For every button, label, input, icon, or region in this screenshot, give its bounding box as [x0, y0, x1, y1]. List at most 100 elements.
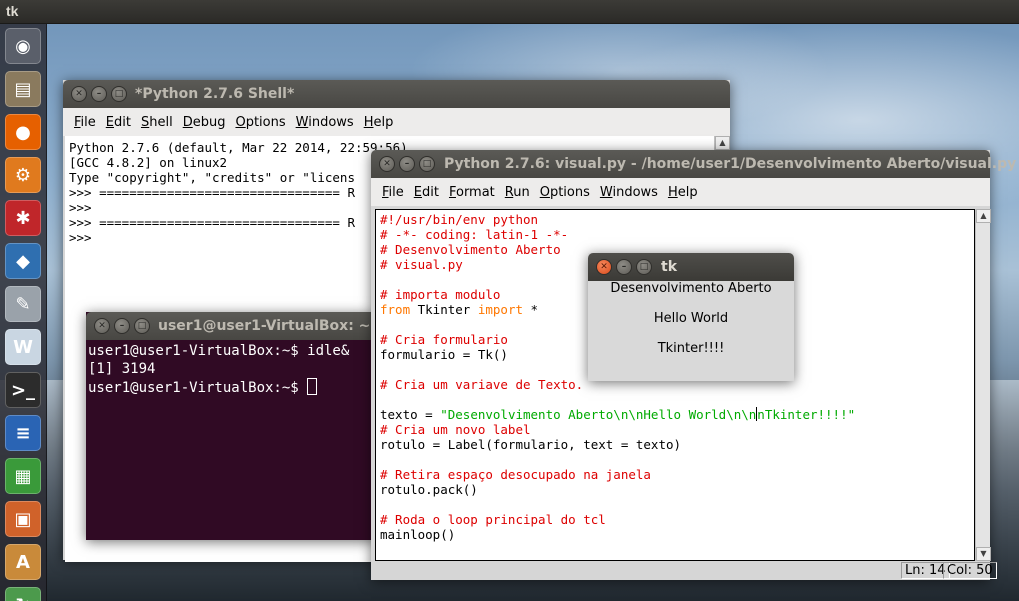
close-icon[interactable]: ✕ — [94, 318, 110, 334]
editor-window-title: Python 2.7.6: visual.py - /home/user1/De… — [444, 156, 1017, 172]
editor-menu-format[interactable]: Format — [449, 185, 495, 200]
code-token: rotulo.pack() — [380, 482, 478, 497]
updater-icon[interactable]: ↻ — [5, 587, 41, 601]
shell-menu-options[interactable]: Options — [235, 115, 285, 130]
tk-label-line — [588, 326, 794, 341]
shell-menu-debug[interactable]: Debug — [183, 115, 226, 130]
minimize-icon[interactable]: – — [91, 86, 107, 102]
tk-window: ✕ – □ tk Desenvolvimento Aberto Hello Wor… — [588, 253, 794, 381]
shell-menu-help[interactable]: Help — [364, 115, 394, 130]
tk-label-line: Desenvolvimento Aberto — [610, 281, 772, 296]
scroll-up-icon[interactable]: ▲ — [976, 209, 991, 223]
terminal-titlebar[interactable]: ✕ – □ user1@user1-VirtualBox: ~ — [86, 312, 376, 340]
code-line: #!/usr/bin/env python — [380, 212, 970, 227]
tk-label-line: Tkinter!!!! — [657, 341, 725, 356]
code-line: rotulo = Label(formulario, text = texto) — [380, 437, 970, 452]
code-token: texto = — [380, 407, 441, 422]
maximize-icon[interactable]: □ — [636, 259, 652, 275]
code-line: # Roda o loop principal do tcl — [380, 512, 970, 527]
code-token: # visual.py — [380, 257, 463, 272]
terminal-line: [1] 3194 — [88, 361, 156, 377]
code-token: # Retira espaço desocupado na janela — [380, 467, 651, 482]
writer-icon[interactable]: ≡ — [5, 415, 41, 451]
editor-menu-run[interactable]: Run — [505, 185, 530, 200]
code-line: rotulo.pack() — [380, 482, 970, 497]
editor-menu-options[interactable]: Options — [540, 185, 590, 200]
network-icon[interactable]: ✱ — [5, 200, 41, 236]
text-editor-icon[interactable]: ✎ — [5, 286, 41, 322]
code-line: # -*- coding: latin-1 -*- — [380, 227, 970, 242]
code-token: #!/usr/bin/env python — [380, 212, 539, 227]
editor-statusbar: Ln: 14 Col: 50 — [371, 561, 997, 580]
editor-menu-edit[interactable]: Edit — [414, 185, 439, 200]
workbench-icon[interactable]: W — [5, 329, 41, 365]
software-center-icon[interactable]: A — [5, 544, 41, 580]
minimize-icon[interactable]: – — [114, 318, 130, 334]
scroll-down-icon[interactable]: ▼ — [976, 547, 991, 561]
files-icon[interactable]: ▤ — [5, 71, 41, 107]
shell-menubar: File Edit Shell Debug Options Windows Help — [63, 108, 730, 136]
status-col: Col: 50 — [943, 562, 997, 579]
editor-menu-windows[interactable]: Windows — [600, 185, 658, 200]
top-panel: tk — [0, 0, 1019, 24]
firefox-icon[interactable]: ● — [5, 114, 41, 150]
tk-titlebar[interactable]: ✕ – □ tk — [588, 253, 794, 281]
launcher: ◉ ▤ ● ⚙ ✱ ◆ ✎ W >_ ≡ ▦ ▣ A ↻ — [0, 24, 47, 601]
editor-menubar: File Edit Format Run Options Windows Help — [371, 178, 990, 206]
terminal-window: ✕ – □ user1@user1-VirtualBox: ~ user1@us… — [86, 312, 376, 540]
active-app-title: tk — [6, 3, 19, 19]
maximize-icon[interactable]: □ — [111, 86, 127, 102]
editor-titlebar[interactable]: ✕ – □ Python 2.7.6: visual.py - /home/us… — [371, 150, 1016, 178]
scroll-up-icon[interactable]: ▲ — [715, 136, 730, 150]
minimize-icon[interactable]: – — [616, 259, 632, 275]
code-token: import — [477, 302, 523, 317]
minimize-icon[interactable]: – — [399, 156, 415, 172]
shell-menu-edit[interactable]: Edit — [106, 115, 131, 130]
terminal-window-title: user1@user1-VirtualBox: ~ — [158, 318, 371, 334]
code-line: mainloop() — [380, 527, 970, 542]
code-token: mainloop() — [380, 527, 456, 542]
shell-menu-shell[interactable]: Shell — [141, 115, 173, 130]
editor-scrollbar[interactable]: ▲ ▼ — [975, 209, 991, 561]
shell-titlebar[interactable]: ✕ – □ *Python 2.7.6 Shell* — [63, 80, 730, 108]
code-token: Tkinter — [410, 302, 478, 317]
code-token: # Cria um variave de Texto. — [380, 377, 584, 392]
shell-menu-windows[interactable]: Windows — [296, 115, 354, 130]
code-token: # Desenvolvimento Aberto — [380, 242, 561, 257]
code-token: # importa modulo — [380, 287, 501, 302]
ubuntu-dash-icon[interactable]: ◉ — [5, 28, 41, 64]
terminal-cursor — [307, 378, 318, 395]
editor-menu-help[interactable]: Help — [668, 185, 698, 200]
editor-menu-file[interactable]: File — [382, 185, 404, 200]
impress-icon[interactable]: ▣ — [5, 501, 41, 537]
code-token: nTkinter!!!!" — [757, 407, 856, 422]
tk-label-line: Hello World — [653, 311, 729, 326]
code-token: # Cria formulario — [380, 332, 508, 347]
code-line: # Retira espaço desocupado na janela — [380, 467, 970, 482]
settings-icon[interactable]: ⚙ — [5, 157, 41, 193]
tk-window-title: tk — [661, 259, 678, 275]
tk-label-line — [588, 296, 794, 311]
close-icon[interactable]: ✕ — [596, 259, 612, 275]
maximize-icon[interactable]: □ — [419, 156, 435, 172]
shell-window-title: *Python 2.7.6 Shell* — [135, 86, 295, 102]
code-token: # Cria um novo label — [380, 422, 531, 437]
code-line: # Cria um novo label — [380, 422, 970, 437]
terminal-output[interactable]: user1@user1-VirtualBox:~$ idle& [1] 3194 u… — [86, 340, 376, 540]
code-token: rotulo = Label(formulario, text = texto) — [380, 437, 682, 452]
close-icon[interactable]: ✕ — [71, 86, 87, 102]
code-token: # -*- coding: latin-1 -*- — [380, 227, 569, 242]
fish-icon[interactable]: ◆ — [5, 243, 41, 279]
shell-menu-file[interactable]: File — [74, 115, 96, 130]
tk-label: Desenvolvimento Aberto Hello World Tkinter… — [588, 281, 794, 381]
close-icon[interactable]: ✕ — [379, 156, 395, 172]
calc-icon[interactable]: ▦ — [5, 458, 41, 494]
code-token: from — [380, 302, 411, 317]
terminal-icon[interactable]: >_ — [5, 372, 41, 408]
code-line: texto = "Desenvolvimento Aberto\n\nHello… — [380, 407, 970, 422]
maximize-icon[interactable]: □ — [134, 318, 150, 334]
code-token: # Roda o loop principal do tcl — [380, 512, 606, 527]
